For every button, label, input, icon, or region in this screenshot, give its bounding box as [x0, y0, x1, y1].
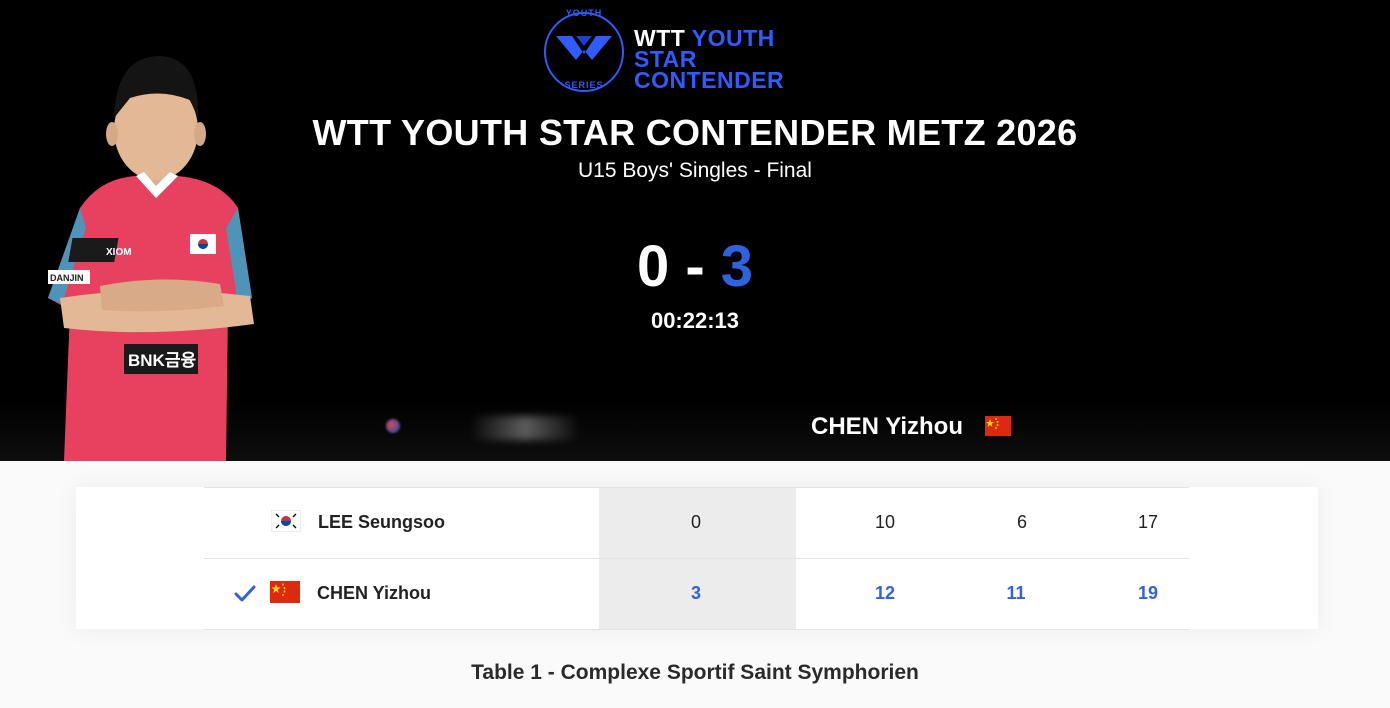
logo-text-youth: YOUTH	[691, 25, 775, 51]
set3-lee: 17	[1137, 512, 1159, 532]
match-elapsed-time: 00:22:13	[650, 308, 740, 333]
jersey-sponsor-text: BNK금융	[128, 351, 196, 370]
winner-check-icon	[234, 585, 256, 602]
home-player-name-faded	[470, 416, 580, 440]
logo-text-star-contender: STAR CONTENDER	[634, 46, 785, 93]
table-row: LEE Seungsoo 0 10 6 17	[204, 487, 1189, 558]
logo-ring-top-text: YOUTH	[565, 8, 603, 18]
match-score: 0 - 3	[0, 233, 1390, 300]
player-name-lee: LEE Seungsoo	[318, 512, 446, 532]
table-row: CHEN Yizhou 3 12 11 19	[204, 558, 1189, 630]
wtt-logo-mark-icon	[556, 36, 612, 60]
event-title: WTT YOUTH STAR CONTENDER METZ 2026	[312, 112, 1078, 153]
set1-chen: 12	[874, 583, 896, 603]
scoreboard-table: LEE Seungsoo 0 10 6 17 CHEN Yizhou 3 12 …	[76, 487, 1318, 630]
score-home: 0	[636, 234, 670, 299]
china-flag-icon	[270, 581, 300, 603]
venue-label: Table 1 - Complexe Sportif Saint Symphor…	[471, 661, 919, 684]
set1-lee: 10	[874, 512, 896, 532]
player-name-chen: CHEN Yizhou	[317, 583, 432, 603]
home-player-flag-icon	[386, 419, 400, 433]
set2-chen: 11	[1006, 583, 1026, 603]
set2-lee: 6	[1016, 512, 1027, 532]
away-player-name: CHEN Yizhou	[811, 413, 964, 440]
set3-chen: 19	[1137, 583, 1159, 603]
games-won-lee: 0	[690, 512, 701, 532]
logo-ring-bottom-text: SERIES	[564, 80, 604, 90]
logo-wordmark: WTT YOUTH STAR CONTENDER	[634, 25, 844, 93]
match-hero-banner: YOUTH SERIES WTT YOUTH STAR CONTENDER XI…	[0, 0, 1390, 461]
score-separator: -	[685, 234, 705, 299]
event-subtitle: U15 Boys' Singles - Final	[578, 159, 812, 182]
korea-flag-icon	[271, 510, 301, 532]
wtt-youth-logo: YOUTH SERIES WTT YOUTH STAR CONTENDER	[544, 6, 844, 94]
china-flag-icon	[985, 416, 1011, 436]
games-won-chen: 3	[690, 583, 701, 603]
score-away: 3	[720, 234, 754, 299]
